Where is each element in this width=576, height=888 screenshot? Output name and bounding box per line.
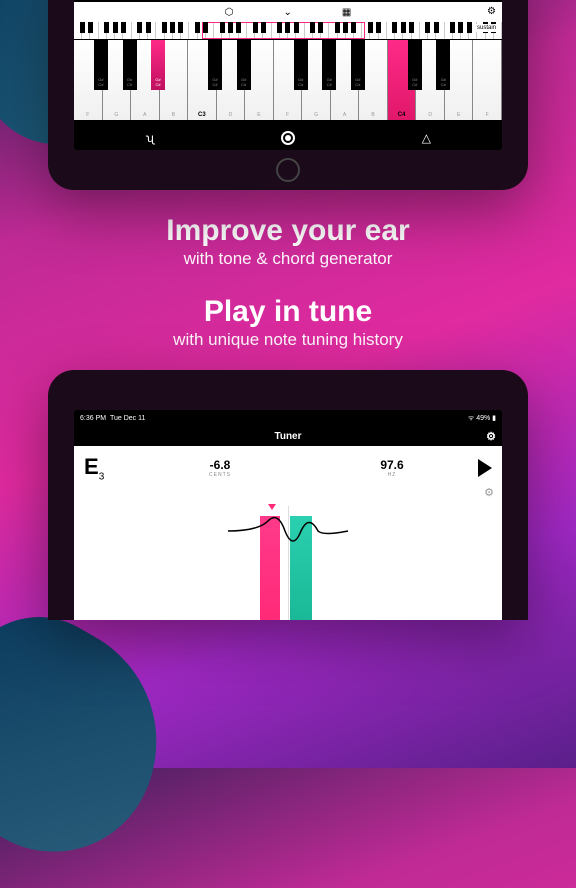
cents-readout: -6.8 CENTS — [134, 458, 306, 478]
play-button[interactable] — [478, 459, 492, 477]
black-key[interactable]: G#C# — [237, 40, 251, 90]
grid-icon[interactable]: ▦ — [342, 7, 351, 18]
chevron-down-icon[interactable]: ⌄ — [283, 7, 291, 18]
tuning-fork-icon[interactable]: ʯ — [130, 131, 170, 145]
hex-icon[interactable]: ⬡ — [225, 7, 234, 18]
mini-keyboard-overview[interactable]: document.write(Array.from({length:52},()… — [74, 22, 502, 40]
status-time: 6:36 PM Tue Dec 11 — [80, 415, 145, 422]
gear-icon[interactable]: ⚙ — [487, 6, 496, 17]
status-right: ᯤ 49% ▮ — [468, 414, 496, 423]
tuner-body: E3 -6.8 CENTS 97.6 HZ ⚙ — [74, 446, 502, 620]
sustain-button[interactable]: sustain — [473, 24, 500, 32]
record-button[interactable] — [281, 131, 295, 145]
black-key[interactable]: G#C# — [123, 40, 137, 90]
black-key[interactable]: G#C# — [436, 40, 450, 90]
bottom-nav: ʯ △ — [74, 126, 502, 150]
subhead-1: with tone & chord generator — [20, 249, 556, 269]
hz-readout: 97.6 HZ — [306, 458, 478, 478]
tuner-screen: 6:36 PM Tue Dec 11 ᯤ 49% ▮ Tuner ⚙ E3 -6… — [74, 410, 502, 620]
black-key[interactable]: G#C# — [294, 40, 308, 90]
main-keyboard[interactable]: FGABC3DEFGABC4DEFG#C#G#C#G#C#G#C#G#C#G#C… — [74, 40, 502, 120]
marketing-copy: Improve your ear with tone & chord gener… — [0, 190, 576, 370]
status-bar: 6:36 PM Tue Dec 11 ᯤ 49% ▮ — [74, 410, 502, 426]
promo-content: Equal Temperament A = 440.0 Alto Sax (Eb… — [0, 0, 576, 768]
tablet-mockup-top: Equal Temperament A = 440.0 Alto Sax (Eb… — [48, 0, 528, 190]
black-key[interactable]: G#C# — [208, 40, 222, 90]
tablet-mockup-bottom: 6:36 PM Tue Dec 11 ᯤ 49% ▮ Tuner ⚙ E3 -6… — [48, 370, 528, 620]
headline-2: Play in tune — [20, 295, 556, 328]
tuning-history-graph — [134, 506, 442, 620]
bell-icon[interactable]: △ — [406, 131, 446, 145]
home-button[interactable] — [276, 158, 300, 182]
tuner-readout-row: E3 -6.8 CENTS 97.6 HZ — [74, 446, 502, 486]
tuner-title: Tuner — [274, 431, 301, 442]
black-key[interactable]: G#C# — [322, 40, 336, 90]
subhead-2: with unique note tuning history — [20, 330, 556, 350]
black-key[interactable]: G#C# — [351, 40, 365, 90]
headline-1: Improve your ear — [20, 214, 556, 247]
black-key[interactable]: G#C# — [94, 40, 108, 90]
keyboard-toolbar: ⬡ ⌄ ▦ ⚙ — [74, 2, 502, 22]
tuner-header: Tuner ⚙ — [74, 426, 502, 446]
note-display: E3 — [84, 454, 134, 482]
gear-icon[interactable]: ⚙ — [484, 486, 494, 499]
piano-area: document.write(Array.from({length:52},()… — [74, 22, 502, 126]
gear-icon[interactable]: ⚙ — [486, 430, 496, 443]
white-key[interactable]: F — [473, 40, 502, 120]
black-key[interactable]: G#C# — [408, 40, 422, 90]
waveform-icon — [223, 506, 353, 556]
tone-generator-screen: Equal Temperament A = 440.0 Alto Sax (Eb… — [74, 0, 502, 150]
black-key[interactable]: G#C# — [151, 40, 165, 90]
